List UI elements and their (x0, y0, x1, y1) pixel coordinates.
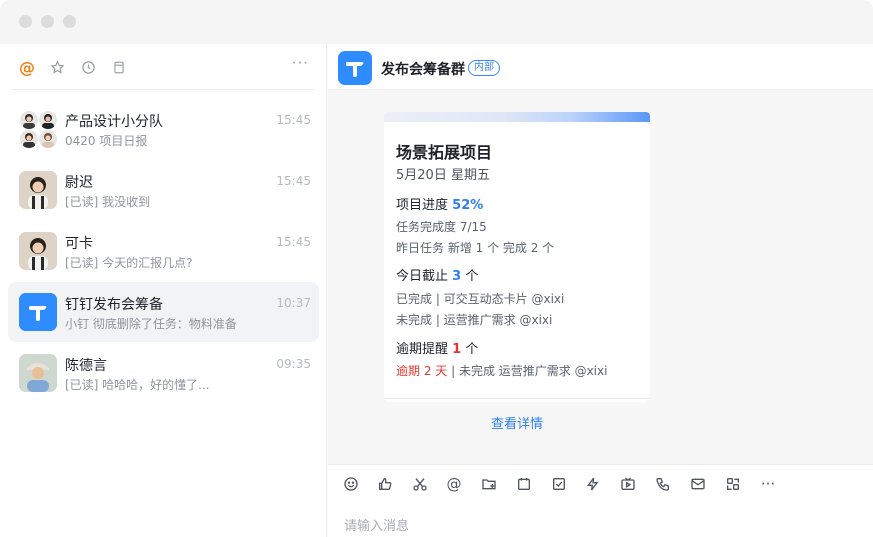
conversation-title: 产品设计小分队 (65, 114, 163, 130)
lightning-icon[interactable] (584, 475, 602, 493)
view-details-link[interactable]: 查看详情 (328, 413, 706, 432)
document-icon[interactable] (110, 58, 128, 76)
conversation-item[interactable]: 可卡 [已读] 今天的汇报几点? 15:45 (8, 221, 319, 281)
emoji-icon[interactable] (342, 475, 360, 493)
overdue-days: 逾期 2 天 (396, 364, 448, 378)
more-icon[interactable]: ··· (759, 475, 777, 493)
conversation-time: 15:45 (276, 113, 311, 127)
title-bar (0, 0, 873, 44)
compose-area: @ ··· 请输入消息 (328, 465, 873, 537)
progress-value: 52% (452, 198, 484, 213)
conversation-time: 15:45 (276, 174, 311, 188)
phone-icon[interactable] (654, 475, 672, 493)
app-window: @ ··· 产品设计小分队 0420 项目日报 15:45 尉迟 [已读] 我没… (0, 0, 873, 537)
card-date: 5月20日 星期五 (396, 168, 490, 183)
member-avatar (20, 130, 38, 148)
chat-panel: 发布会筹备群 内部 场景拓展项目 5月20日 星期五 项目进度 52% 任务完成… (328, 44, 873, 537)
deadline-undone: 未完成 | 运营推广需求 @xixi (396, 313, 553, 327)
overdue-label: 逾期提醒 (396, 342, 449, 357)
conversation-time: 15:45 (276, 235, 311, 249)
clock-icon[interactable] (79, 58, 97, 76)
sidebar-toolbar: @ ··· (0, 44, 327, 90)
conversation-time: 09:35 (276, 357, 311, 371)
deadline-done: 已完成 | 可交互动态卡片 @xixi (396, 292, 565, 306)
conversation-item[interactable]: 尉迟 [已读] 我没收到 15:45 (8, 160, 319, 220)
conversation-sidebar: @ ··· 产品设计小分队 0420 项目日报 15:45 尉迟 [已读] 我没… (0, 44, 327, 537)
dingtalk-logo (19, 293, 57, 331)
deadline-count: 3 (452, 269, 462, 284)
calendar-icon[interactable] (515, 475, 533, 493)
layout-icon[interactable] (724, 475, 742, 493)
member-avatar (20, 111, 38, 129)
group-logo[interactable] (338, 51, 372, 85)
more-icon[interactable]: ··· (292, 54, 309, 72)
chat-header: 发布会筹备群 内部 (328, 44, 873, 90)
task-completion: 任务完成度 7/15 (396, 220, 487, 234)
conversation-preview: [已读] 我没收到 (65, 195, 151, 209)
person-avatar (19, 354, 57, 392)
card-title: 场景拓展项目 (396, 143, 493, 162)
conversation-item-selected[interactable]: 钉钉发布会筹备 小钉 彻底删除了任务：物料准备 10:37 (8, 282, 319, 342)
window-close-button[interactable] (19, 15, 32, 28)
scissors-icon[interactable] (411, 475, 429, 493)
project-card: 场景拓展项目 5月20日 星期五 项目进度 52% 任务完成度 7/15 昨日任… (384, 112, 650, 402)
conversation-preview: 0420 项目日报 (65, 134, 148, 148)
conversation-title: 可卡 (65, 236, 93, 252)
message-input[interactable]: 请输入消息 (344, 515, 409, 534)
mention-icon[interactable]: @ (445, 475, 463, 493)
card-banner (384, 112, 650, 122)
internal-badge: 内部 (468, 60, 500, 76)
conversation-preview: [已读] 哈哈哈，好的懂了... (65, 378, 210, 392)
overdue-count: 1 (452, 342, 462, 357)
card-divider (384, 398, 650, 399)
overdue-rest: | 未完成 运营推广需求 @xixi (447, 364, 608, 378)
overdue-unit: 个 (465, 342, 479, 357)
at-icon[interactable]: @ (18, 58, 36, 77)
conversation-title: 尉迟 (65, 175, 93, 191)
divider (12, 89, 315, 90)
live-icon[interactable] (619, 475, 637, 493)
thumbs-up-icon[interactable] (376, 475, 394, 493)
mail-icon[interactable] (689, 475, 707, 493)
yesterday-tasks: 昨日任务 新增 1 个 完成 2 个 (396, 241, 555, 255)
checkbox-icon[interactable] (550, 475, 568, 493)
member-avatar (39, 130, 57, 148)
group-avatar (19, 110, 57, 148)
conversation-preview: [已读] 今天的汇报几点? (65, 256, 193, 270)
deadline-heading: 今日截止 3 个 (396, 265, 478, 284)
person-avatar (19, 232, 57, 270)
folder-add-icon[interactable] (480, 475, 498, 493)
progress-label: 项目进度 (396, 198, 449, 213)
overdue-detail: 逾期 2 天 | 未完成 运营推广需求 @xixi (396, 362, 607, 379)
conversation-title: 陈德言 (65, 358, 107, 374)
window-minimize-button[interactable] (41, 15, 54, 28)
member-avatar (39, 111, 57, 129)
chat-title[interactable]: 发布会筹备群 (381, 59, 465, 79)
conversation-item[interactable]: 陈德言 [已读] 哈哈哈，好的懂了... 09:35 (8, 343, 319, 403)
deadline-unit: 个 (465, 269, 479, 284)
progress-heading: 项目进度 52% (396, 194, 483, 213)
conversation-title: 钉钉发布会筹备 (65, 297, 163, 313)
window-maximize-button[interactable] (63, 15, 76, 28)
conversation-time: 10:37 (276, 296, 311, 310)
star-icon[interactable] (48, 58, 66, 76)
deadline-label: 今日截止 (396, 269, 449, 284)
overdue-heading: 逾期提醒 1 个 (396, 338, 478, 357)
conversation-preview: 小钉 彻底删除了任务：物料准备 (65, 317, 237, 331)
conversation-item[interactable]: 产品设计小分队 0420 项目日报 15:45 (8, 99, 319, 159)
person-avatar (19, 171, 57, 209)
